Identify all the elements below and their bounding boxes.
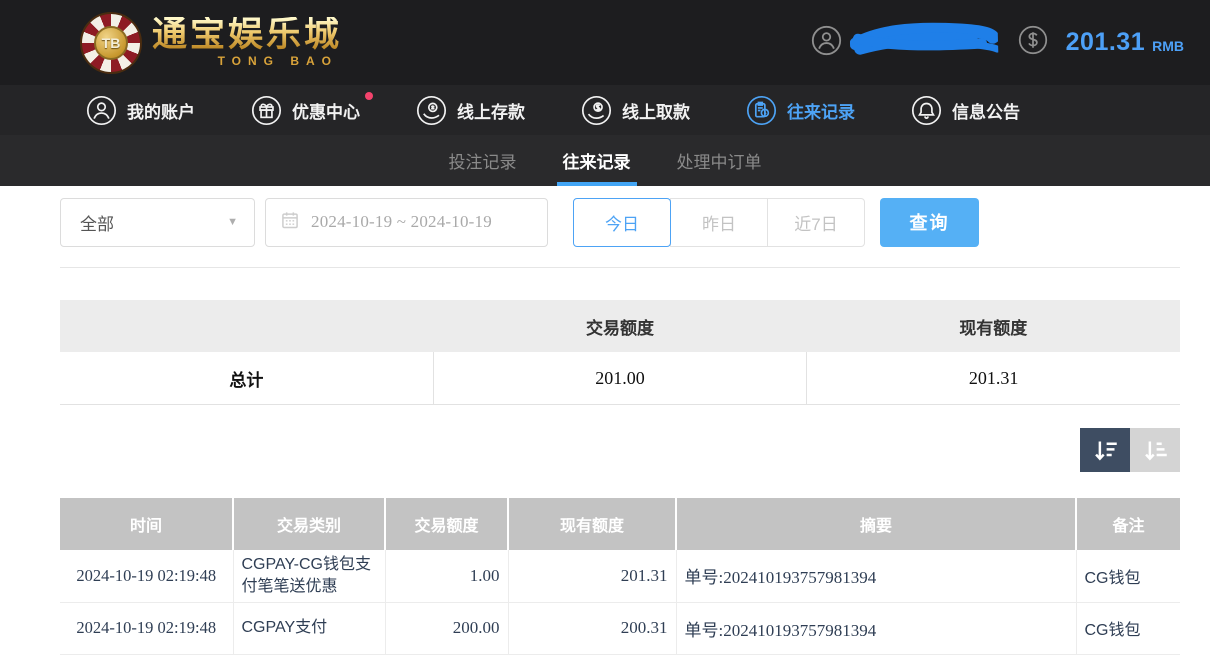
type-select-value: 全部	[80, 214, 114, 234]
quick-btn-yesterday[interactable]: 昨日	[670, 197, 768, 247]
cell-time: 2024-10-19 02:19:48	[60, 550, 233, 603]
record-tabs: 投注记录 往来记录 处理中订单	[0, 135, 1210, 186]
nav-item-my-account[interactable]: 我的账户	[86, 95, 195, 126]
dollar-circle-icon	[1018, 25, 1048, 60]
sort-ascending-button[interactable]	[1130, 428, 1180, 472]
logo-subtitle: TONG BAO	[217, 54, 339, 68]
col-header-balance: 现有额度	[507, 498, 676, 550]
summary-transaction-amount: 201.00	[432, 352, 807, 404]
cell-amount: 1.00	[384, 550, 508, 603]
nav-label: 往来记录	[787, 102, 855, 122]
tab-bet-records[interactable]: 投注记录	[449, 135, 517, 186]
balance-currency: RMB	[1152, 37, 1184, 54]
cell-summary: 单号:202410193757981394	[675, 602, 1076, 655]
sort-controls	[60, 428, 1180, 472]
records-table: 时间 交易类别 交易额度 现有额度 摘要 备注 2024-10-19 02:19…	[60, 498, 1180, 655]
nav-item-announcements[interactable]: 信息公告	[911, 95, 1020, 126]
logo-chip-monogram: TB	[94, 25, 128, 60]
records-header-row: 时间 交易类别 交易额度 现有额度 摘要 备注	[60, 498, 1180, 550]
date-range-value: 2024-10-19 ~ 2024-10-19	[311, 212, 492, 231]
summary-header-transaction-amount: 交易额度	[585, 318, 654, 338]
col-header-remark: 备注	[1075, 498, 1180, 550]
bell-icon	[911, 95, 942, 125]
cell-category: CGPAY-CG钱包支付笔笔送优惠	[232, 550, 385, 603]
site-logo[interactable]: TB	[80, 11, 142, 74]
balance-amount: 201.31	[1065, 28, 1146, 56]
summary-total-row: 总计 201.00 201.31	[60, 352, 1180, 405]
cell-remark: CG钱包	[1075, 602, 1180, 655]
summary-current-amount: 201.31	[806, 352, 1180, 404]
cell-summary: 单号:202410193757981394	[675, 550, 1076, 603]
redacted-username-scribble	[849, 18, 1001, 67]
notification-dot	[365, 91, 373, 100]
cell-balance: 201.31	[507, 550, 676, 603]
summary-table: 交易额度 现有额度 总计 201.00 201.31	[60, 300, 1180, 405]
sort-ascending-icon	[1144, 441, 1167, 461]
user-avatar-icon[interactable]	[811, 25, 842, 61]
nav-label: 优惠中心	[292, 91, 373, 123]
date-range-input[interactable]: 2024-10-19 ~ 2024-10-19	[265, 197, 548, 247]
summary-header-empty	[60, 300, 433, 352]
account-icon	[86, 95, 117, 125]
nav-item-transaction-records[interactable]: 往来记录	[746, 95, 855, 126]
main-content: 全部 ▼ 2024-10-19 ~ 2024-10-19 今日 昨日 近7日 查…	[0, 186, 1210, 655]
nav-label: 信息公告	[952, 102, 1020, 122]
sort-descending-icon	[1094, 441, 1117, 461]
cell-amount: 200.00	[384, 602, 508, 655]
nav-label: 我的账户	[127, 102, 195, 122]
header-user-area: 201.31 RMB	[811, 20, 1184, 65]
summary-header-row: 交易额度 现有额度	[60, 300, 1180, 352]
table-row: 2024-10-19 02:19:48 CGPAY支付 200.00 200.3…	[60, 602, 1180, 655]
sort-descending-button[interactable]	[1080, 428, 1130, 472]
col-header-summary: 摘要	[675, 498, 1076, 550]
nav-item-promotions[interactable]: 优惠中心	[251, 91, 373, 126]
logo-title: 通宝娱乐城	[152, 15, 343, 54]
logo-wordmark: 通宝娱乐城 TONG BAO	[152, 17, 342, 68]
search-button[interactable]: 查询	[880, 197, 979, 247]
calendar-icon	[280, 210, 300, 235]
col-header-category: 交易类别	[232, 498, 385, 550]
nav-item-deposit[interactable]: 线上存款	[416, 95, 525, 126]
filter-bar: 全部 ▼ 2024-10-19 ~ 2024-10-19 今日 昨日 近7日 查…	[60, 197, 1180, 247]
records-icon	[746, 95, 777, 125]
withdraw-icon	[581, 95, 612, 125]
balance-display: 201.31 RMB	[1018, 25, 1184, 60]
cell-time: 2024-10-19 02:19:48	[60, 602, 233, 655]
nav-label: 线上取款	[622, 102, 690, 122]
col-header-amount: 交易额度	[384, 498, 508, 550]
site-header: TB 通宝娱乐城 TONG BAO 201.31 RMB	[0, 0, 1210, 85]
tab-pending-orders[interactable]: 处理中订单	[677, 135, 762, 186]
quick-btn-today[interactable]: 今日	[573, 197, 671, 247]
deposit-icon	[416, 95, 447, 125]
nav-label: 线上存款	[457, 102, 525, 122]
main-nav: 我的账户 优惠中心 线上存款 线上取款 往来记录 信息公告	[0, 85, 1210, 135]
quick-date-group: 今日 昨日 近7日	[573, 197, 865, 247]
nav-item-withdraw[interactable]: 线上取款	[581, 95, 690, 126]
col-header-time: 时间	[60, 498, 233, 550]
table-row: 2024-10-19 02:19:48 CGPAY-CG钱包支付笔笔送优惠 1.…	[60, 550, 1180, 603]
summary-header-current-amount: 现有额度	[959, 318, 1028, 338]
cell-remark: CG钱包	[1075, 550, 1180, 603]
cell-balance: 200.31	[507, 602, 676, 655]
divider	[60, 267, 1180, 268]
tab-transaction-records[interactable]: 往来记录	[556, 135, 637, 186]
type-select[interactable]: 全部 ▼	[60, 197, 255, 247]
summary-total-label: 总计	[229, 370, 264, 390]
cell-category: CGPAY支付	[232, 602, 385, 655]
quick-btn-last7days[interactable]: 近7日	[767, 197, 865, 247]
chevron-down-icon: ▼	[227, 216, 238, 228]
gift-icon	[251, 95, 282, 125]
